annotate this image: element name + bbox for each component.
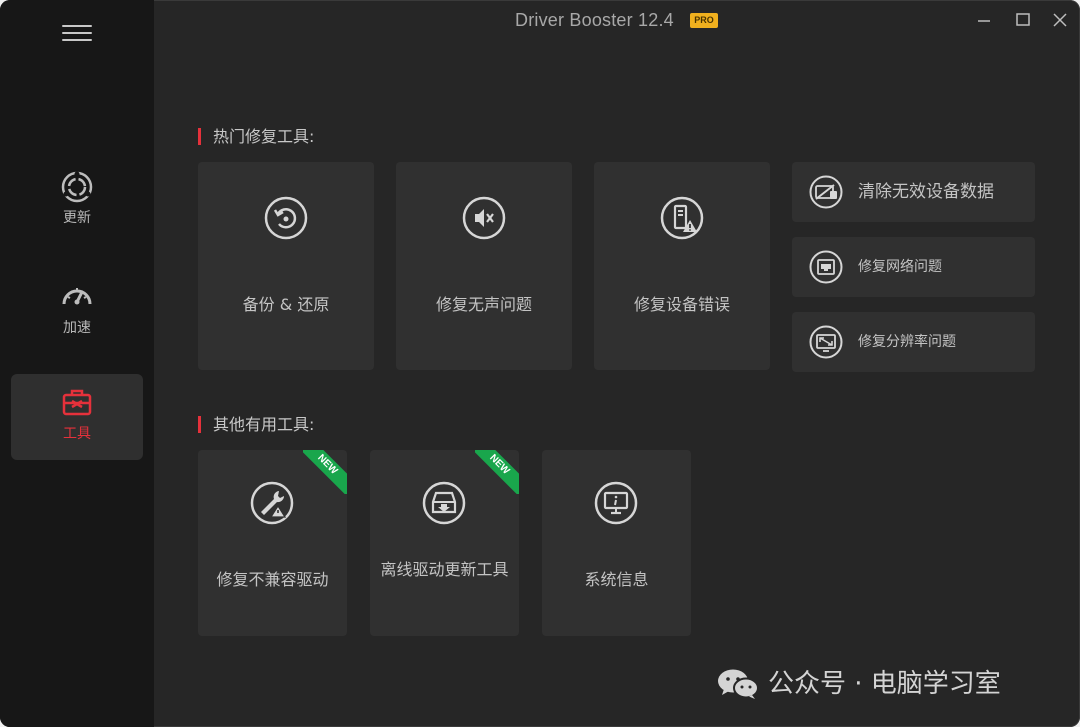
fix-device-error-card[interactable]: 修复设备错误 bbox=[594, 162, 770, 370]
card-label: 修复无声问题 bbox=[435, 295, 532, 314]
sidebar-item-tools[interactable]: 工具 bbox=[11, 374, 143, 460]
app-window: 更新 加速 工具 Driver Booster 12.4 PRO 热门修复工具:… bbox=[0, 0, 1080, 727]
device-clean-icon bbox=[809, 175, 843, 209]
minimize-icon[interactable] bbox=[972, 8, 996, 32]
maximize-icon[interactable] bbox=[1011, 8, 1035, 32]
section-title-other-tools: 其他有用工具: bbox=[198, 416, 314, 433]
sidebar-item-update[interactable]: 更新 bbox=[11, 158, 143, 244]
backup-restore-card[interactable]: 备份 & 还原 bbox=[198, 162, 374, 370]
network-port-icon bbox=[809, 250, 843, 284]
offline-download-icon bbox=[422, 481, 466, 525]
sidebar-item-speed[interactable]: 加速 bbox=[11, 268, 143, 354]
close-icon[interactable] bbox=[1048, 8, 1072, 32]
hamburger-icon[interactable] bbox=[62, 25, 92, 45]
offline-driver-update-card[interactable]: NEW 离线驱动更新工具 bbox=[370, 450, 519, 636]
speedometer-icon bbox=[62, 288, 92, 305]
card-label: 修复不兼容驱动 bbox=[216, 570, 329, 589]
resolution-icon bbox=[809, 325, 843, 359]
fix-resolution-card[interactable]: 修复分辨率问题 bbox=[792, 312, 1035, 372]
app-title: Driver Booster 12.4 bbox=[515, 10, 674, 30]
sidebar-item-label: 加速 bbox=[63, 320, 91, 336]
new-badge: NEW bbox=[475, 450, 519, 494]
monitor-info-icon bbox=[594, 481, 638, 525]
side-card-label: 修复网络问题 bbox=[858, 259, 942, 275]
section-title-hot-tools: 热门修复工具: bbox=[198, 128, 314, 145]
backup-restore-icon bbox=[264, 196, 308, 240]
pro-badge: PRO bbox=[690, 13, 718, 28]
device-warning-icon bbox=[660, 196, 704, 240]
clean-device-data-card[interactable]: 清除无效设备数据 bbox=[792, 162, 1035, 222]
card-label: 修复设备错误 bbox=[633, 295, 730, 314]
mute-speaker-icon bbox=[462, 196, 506, 240]
watermark-text: 公众号 · 电脑学习室 bbox=[768, 669, 1001, 699]
sidebar-item-label: 工具 bbox=[63, 426, 91, 442]
sidebar-item-label: 更新 bbox=[63, 210, 91, 226]
toolbox-icon bbox=[62, 389, 92, 416]
side-card-label: 清除无效设备数据 bbox=[858, 182, 994, 202]
card-label: 离线驱动更新工具 bbox=[380, 560, 509, 579]
new-badge: NEW bbox=[303, 450, 347, 494]
wrench-warning-icon bbox=[250, 481, 294, 525]
sidebar: 更新 加速 工具 bbox=[0, 0, 154, 727]
wechat-icon bbox=[718, 669, 759, 699]
card-label: 备份 & 还原 bbox=[242, 295, 330, 314]
side-card-label: 修复分辨率问题 bbox=[858, 334, 956, 350]
fix-incompatible-driver-card[interactable]: NEW 修复不兼容驱动 bbox=[198, 450, 347, 636]
refresh-icon bbox=[61, 171, 93, 203]
card-label: 系统信息 bbox=[584, 570, 649, 589]
fix-network-card[interactable]: 修复网络问题 bbox=[792, 237, 1035, 297]
fix-no-sound-card[interactable]: 修复无声问题 bbox=[396, 162, 572, 370]
system-info-card[interactable]: 系统信息 bbox=[542, 450, 691, 636]
